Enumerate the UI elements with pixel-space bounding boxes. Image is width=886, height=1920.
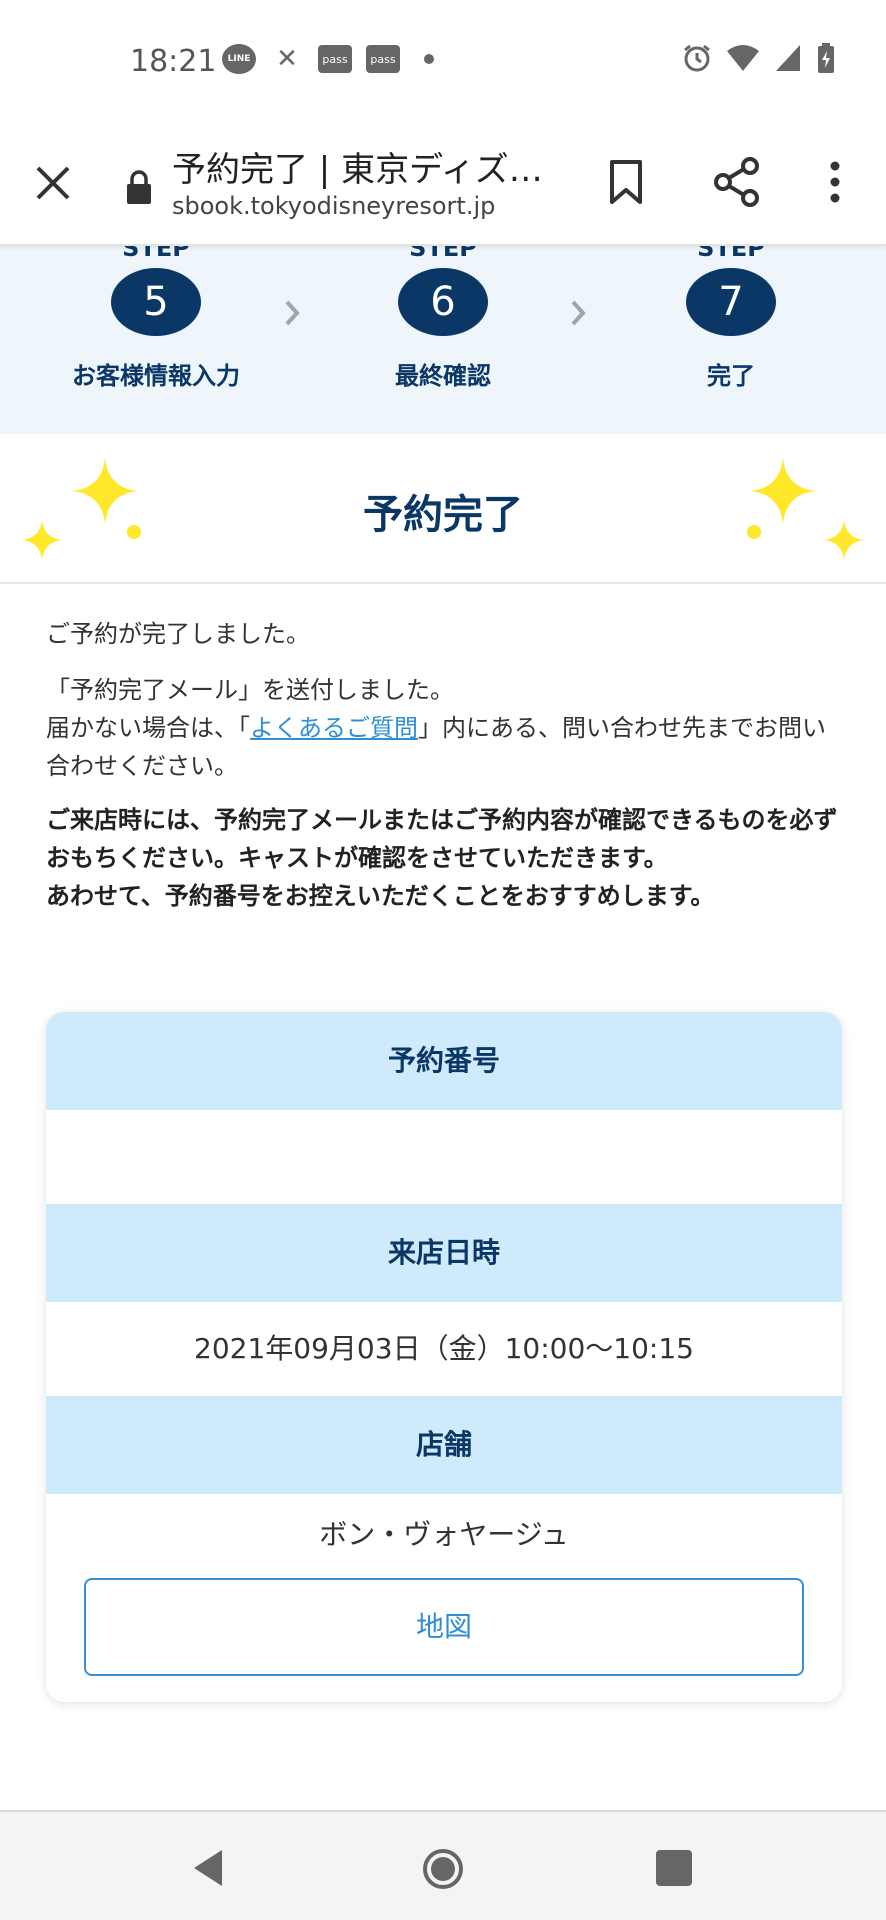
dot-icon <box>424 54 434 64</box>
step-number: 7 <box>686 268 776 336</box>
x-icon: ✕ <box>276 44 298 74</box>
completion-message: ご予約が完了しました。 「予約完了メール」を送付しました。 届かない場合は、「よ… <box>46 615 846 927</box>
pass-icon: pass <box>318 45 352 73</box>
line-icon: LINE <box>222 44 256 74</box>
page-title[interactable]: 予約完了 | 東京ディズ… <box>172 142 543 191</box>
back-icon[interactable] <box>190 1848 226 1888</box>
step-name: お客様情報入力 <box>72 362 240 390</box>
lock-icon <box>127 170 151 204</box>
step-name: 完了 <box>707 362 755 390</box>
more-menu-icon[interactable] <box>820 160 850 204</box>
store-label: 店舗 <box>46 1396 842 1494</box>
dot-icon <box>747 525 761 539</box>
home-icon[interactable] <box>422 1848 464 1890</box>
bookmark-icon[interactable] <box>606 158 646 206</box>
status-bar: 18:21 LINE ✕ pass pass <box>0 0 886 120</box>
notice-text: あわせて、予約番号をお控えいただくことをおすすめします。 <box>46 882 715 910</box>
sparkle-icon <box>750 458 816 524</box>
map-button[interactable]: 地図 <box>84 1578 804 1676</box>
message-line: 届かない場合は、「 <box>46 714 250 742</box>
step-number: 5 <box>111 268 201 336</box>
wifi-icon <box>727 45 759 71</box>
system-nav-bar <box>0 1810 886 1920</box>
share-icon[interactable] <box>712 156 762 208</box>
chevron-right-icon <box>571 300 586 326</box>
message-line: ご予約が完了しました。 <box>46 620 310 648</box>
step-number: 6 <box>398 268 488 336</box>
status-time: 18:21 <box>130 44 217 79</box>
notice-paragraph: ご来店時には、予約完了メールまたはご予約内容が確認できるものを必ずおもちください… <box>46 801 846 915</box>
visit-datetime-value: 2021年09月03日（金）10:00〜10:15 <box>194 1332 694 1365</box>
visit-datetime-label: 来店日時 <box>46 1204 842 1302</box>
message-paragraph: 「予約完了メール」を送付しました。 届かない場合は、「よくあるご質問」内にある、… <box>46 671 846 785</box>
step-name: 最終確認 <box>395 362 491 390</box>
step-label: STEP <box>697 246 765 262</box>
notice-text: ご来店時には、予約完了メールまたはご予約内容が確認できるものを必ずおもちください… <box>46 806 838 872</box>
close-icon[interactable] <box>30 160 76 206</box>
reservation-number-label: 予約番号 <box>46 1012 842 1110</box>
step-indicator: STEP 5 お客様情報入力 STEP 6 最終確認 STEP 7 完了 <box>0 246 886 434</box>
step-label: STEP <box>122 246 190 262</box>
signal-icon <box>776 45 800 71</box>
store-value: ボン・ヴォヤージュ <box>319 1518 569 1551</box>
completion-header: 予約完了 <box>0 434 886 584</box>
pass-icon: pass <box>366 45 400 73</box>
system-icons <box>682 42 836 74</box>
sparkle-icon <box>824 520 864 560</box>
chevron-right-icon <box>285 300 300 326</box>
faq-link[interactable]: よくあるご質問 <box>250 714 418 742</box>
browser-toolbar: 予約完了 | 東京ディズ… sbook.tokyodisneyresort.jp <box>0 120 886 246</box>
step-label: STEP <box>409 246 477 262</box>
reservation-card: 予約番号 来店日時 2021年09月03日（金）10:00〜10:15 店舗 ボ… <box>46 1012 842 1702</box>
recent-apps-icon[interactable] <box>656 1850 692 1886</box>
message-line: 「予約完了メール」を送付しました。 <box>46 676 454 704</box>
notification-icons: LINE ✕ pass pass <box>222 44 434 74</box>
page-url[interactable]: sbook.tokyodisneyresort.jp <box>172 192 495 220</box>
reservation-number-value <box>46 1110 842 1284</box>
alarm-icon <box>684 44 710 72</box>
battery-icon <box>818 43 834 73</box>
